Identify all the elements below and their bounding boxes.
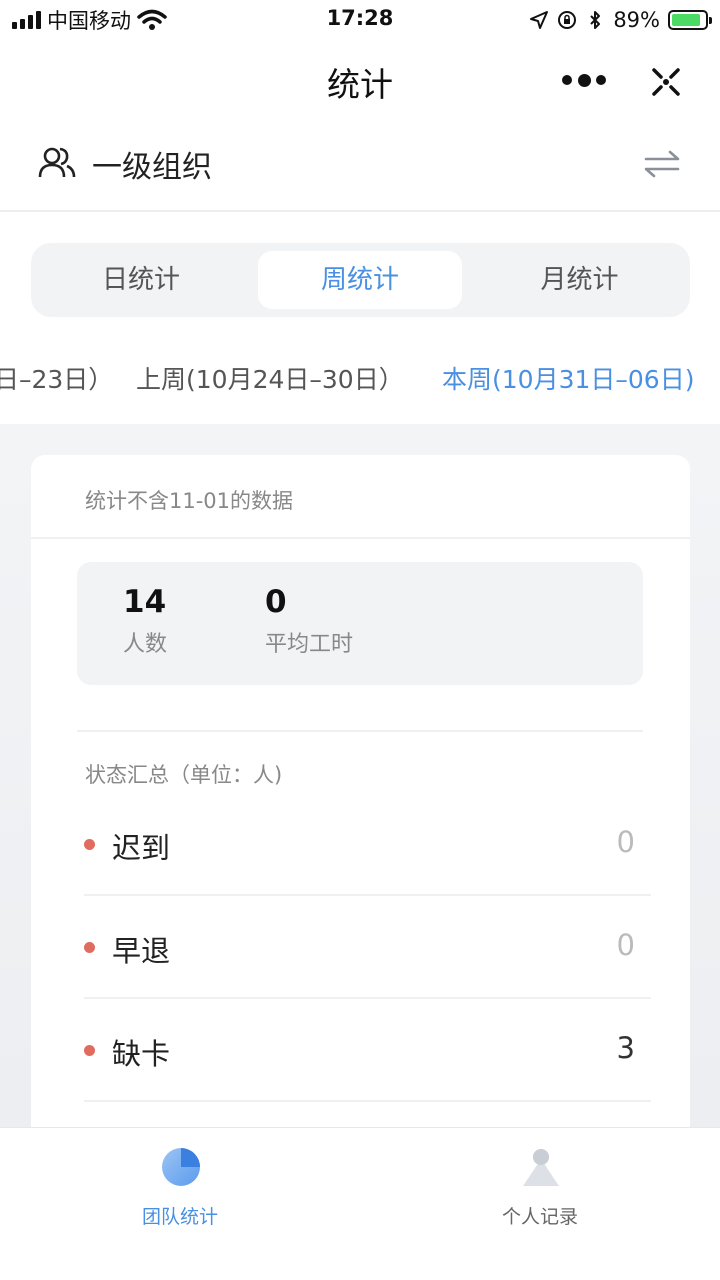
status-row-late[interactable]: 迟到 0 (84, 793, 651, 896)
divider (77, 730, 643, 732)
person-icon (523, 1149, 559, 1186)
more-icon[interactable] (562, 68, 606, 92)
rotation-lock-icon (558, 11, 577, 29)
tab-monthly[interactable]: 月统计 (477, 251, 682, 309)
tab-label: 个人记录 (501, 1206, 578, 1228)
battery-percent: 89% (613, 8, 660, 32)
summary-box: 14 人数 0 平均工时 (77, 562, 643, 685)
tab-team-stats[interactable]: 团队统计 (0, 1128, 360, 1280)
org-selector[interactable]: 一级组织 (0, 120, 720, 212)
location-icon (530, 11, 549, 29)
tab-personal-records[interactable]: 个人记录 (360, 1128, 720, 1280)
tab-label: 团队统计 (141, 1206, 218, 1228)
swap-icon[interactable] (642, 146, 682, 182)
stat-headcount: 14 人数 (123, 582, 167, 658)
status-dot (84, 1045, 95, 1056)
org-name: 一级组织 (92, 150, 212, 185)
week-item[interactable]: 上周(10月24日–30日） (136, 360, 404, 396)
stat-value: 14 (123, 584, 167, 620)
stats-card: 统计不含11-01的数据 14 人数 0 平均工时 状态汇总（单位：人) 迟到 … (31, 455, 690, 1155)
period-tabs: 日统计 周统计 月统计 (31, 243, 690, 317)
status-heading: 状态汇总（单位：人) (85, 763, 283, 787)
group-icon (38, 147, 76, 178)
close-icon[interactable] (646, 62, 686, 102)
status-label: 缺卡 (112, 1037, 171, 1071)
status-right: 89% (529, 6, 712, 34)
pie-chart-icon (162, 1148, 200, 1186)
status-label: 早退 (112, 934, 171, 968)
stat-label: 平均工时 (265, 632, 354, 657)
status-row-missing-punch[interactable]: 缺卡 3 (84, 999, 651, 1102)
stat-avg-hours: 0 平均工时 (265, 582, 353, 658)
week-selector: 日–23日） 上周(10月24日–30日） 本周(10月31日–06日) (0, 340, 720, 420)
nav-bar: 统计 (0, 40, 720, 120)
status-dot (84, 839, 95, 850)
stat-value: 0 (265, 584, 287, 620)
tab-weekly[interactable]: 周统计 (258, 251, 462, 309)
divider (31, 537, 690, 539)
status-row-early-leave[interactable]: 早退 0 (84, 896, 651, 999)
week-item[interactable]: 日–23日） (0, 360, 113, 396)
status-bar: 中国移动 17:28 89% (0, 0, 720, 40)
stat-label: 人数 (123, 632, 168, 657)
bottom-tab-bar: 团队统计 个人记录 (0, 1127, 720, 1280)
bluetooth-icon (590, 11, 601, 29)
status-dot (84, 942, 95, 953)
page-title: 统计 (327, 65, 393, 104)
week-item-current[interactable]: 本周(10月31日–06日) (442, 360, 694, 396)
status-label: 迟到 (112, 831, 171, 865)
battery-icon (668, 10, 712, 30)
status-count: 3 (616, 1031, 635, 1065)
tab-daily[interactable]: 日统计 (39, 251, 243, 309)
status-count: 0 (616, 928, 635, 962)
status-count: 0 (616, 825, 635, 859)
data-note: 统计不含11-01的数据 (85, 489, 294, 513)
